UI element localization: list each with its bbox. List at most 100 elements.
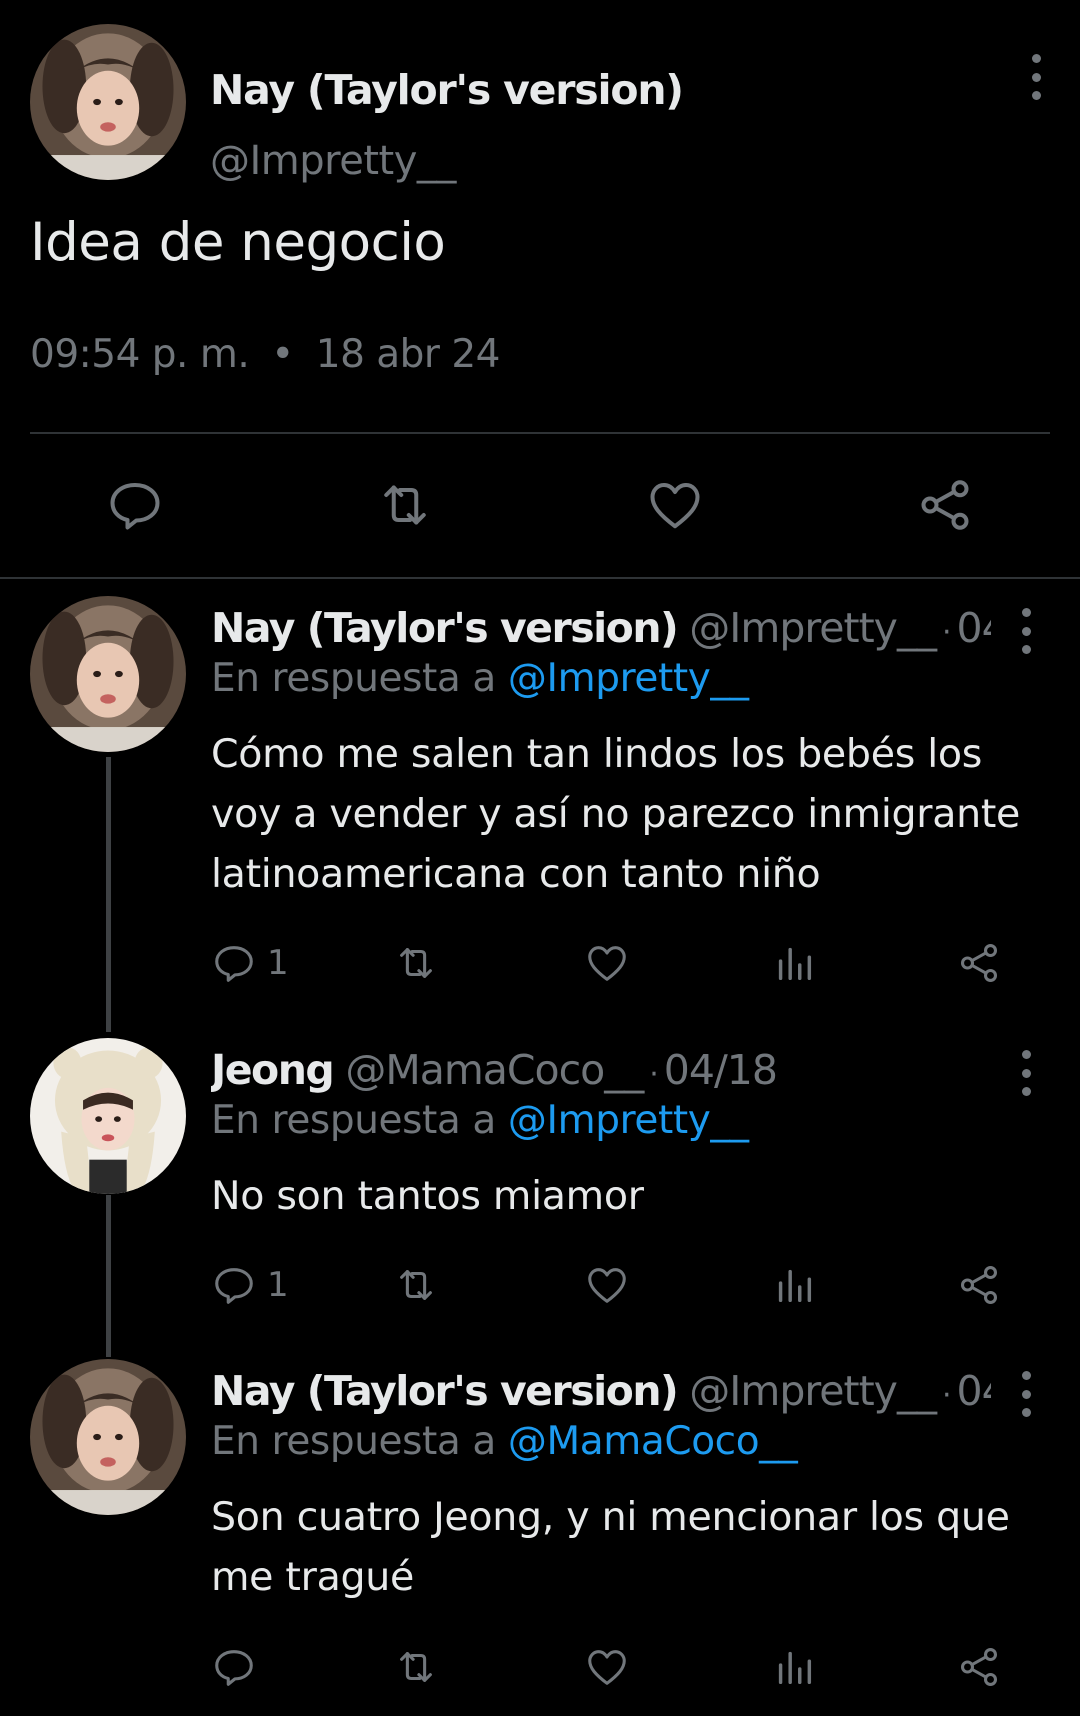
replying-to: En respuesta a @MamaCoco__ (211, 1419, 798, 1464)
retweet-icon (384, 485, 426, 525)
author-handle[interactable]: @MamaCoco__ (345, 1046, 644, 1094)
avatar[interactable] (30, 24, 186, 180)
author-name[interactable]: Jeong (211, 1046, 335, 1094)
like-button[interactable] (584, 1260, 630, 1310)
replying-to-label: En respuesta a (211, 656, 496, 701)
views-button[interactable] (771, 1260, 817, 1310)
meta-separator: • (271, 332, 294, 377)
like-icon (650, 483, 700, 529)
retweet-button[interactable] (370, 470, 440, 540)
share-button[interactable] (956, 938, 1002, 988)
tweet-timestamp: 09:54 p. m. • 18 abr 24 (30, 332, 501, 377)
reply-button[interactable]: 1 (211, 1260, 289, 1310)
mention-link[interactable]: @MamaCoco__ (508, 1419, 798, 1464)
reply-header: Jeong @MamaCoco__ · 04/18 (211, 1046, 991, 1094)
author-name[interactable]: Nay (Taylor's version) (211, 604, 679, 652)
author-name[interactable]: Nay (Taylor's version) (211, 1367, 679, 1415)
views-icon (778, 1651, 812, 1685)
retweet-icon (400, 948, 432, 978)
tweet-thread-page: Nay (Taylor's version) @Impretty__ Idea … (0, 0, 1080, 1716)
reply-header: Nay (Taylor's version) @Impretty__·04... (211, 604, 991, 652)
avatar-photo (30, 596, 186, 752)
main-tweet-actions (0, 470, 1080, 540)
retweet-button[interactable] (393, 938, 439, 988)
replying-to-label: En respuesta a (211, 1419, 496, 1464)
reply-header: Nay (Taylor's version) @Impretty__·04... (211, 1367, 991, 1415)
like-icon (588, 946, 626, 981)
meta-separator: · (649, 1057, 658, 1092)
mention-link[interactable]: @Impretty__ (508, 656, 749, 701)
reply-icon (215, 946, 253, 982)
replying-to-label: En respuesta a (211, 1098, 496, 1143)
share-button[interactable] (956, 1260, 1002, 1310)
avatar[interactable] (30, 596, 186, 752)
share-icon (960, 944, 998, 982)
like-icon (588, 1268, 626, 1303)
reply-text: No son tantos miamor (211, 1166, 1041, 1226)
text-line: voy a vender y así no parezco inmigrante (211, 791, 1021, 837)
divider (30, 432, 1050, 434)
avatar[interactable] (30, 1359, 186, 1515)
views-icon (778, 1269, 812, 1303)
tweet-date: 18 abr 24 (315, 332, 501, 377)
author-handle[interactable]: @Impretty__ (689, 1367, 937, 1415)
replying-to: En respuesta a @Impretty__ (211, 1098, 749, 1143)
tweet-time: 09:54 p. m. (30, 332, 250, 377)
like-button[interactable] (640, 470, 710, 540)
like-button[interactable] (584, 1642, 630, 1692)
avatar-photo (30, 1038, 186, 1194)
meta-separator: · (941, 1378, 951, 1413)
reply-date: 04... (956, 604, 992, 652)
views-icon (778, 947, 812, 981)
reply-count: 1 (267, 943, 289, 983)
reply-button[interactable] (100, 470, 170, 540)
avatar-photo (30, 24, 186, 180)
share-button[interactable] (956, 1642, 1002, 1692)
divider (0, 577, 1080, 579)
retweet-button[interactable] (393, 1260, 439, 1310)
author-name[interactable]: Nay (Taylor's version) (210, 66, 684, 114)
text-line: No son tantos miamor (211, 1173, 644, 1219)
reply-icon (215, 1650, 253, 1686)
reply-date: 04... (956, 1367, 992, 1415)
reply-date: 04/18 (663, 1046, 778, 1094)
reply-tweet[interactable]: Nay (Taylor's version) @Impretty__·04...… (0, 596, 1080, 996)
more-options-icon[interactable] (1026, 54, 1046, 100)
reply-text: Cómo me salen tan lindos los bebés los v… (211, 724, 1041, 904)
replying-to: En respuesta a @Impretty__ (211, 656, 749, 701)
like-icon (588, 1650, 626, 1685)
text-line: Cómo me salen tan lindos los bebés los (211, 731, 983, 777)
retweet-button[interactable] (393, 1642, 439, 1692)
author-handle[interactable]: @Impretty__ (210, 138, 456, 184)
text-line: latinoamericana con tanto niño (211, 851, 821, 897)
reply-tweet[interactable]: Jeong @MamaCoco__ · 04/18 En respuesta a @… (0, 1038, 1080, 1318)
share-icon (921, 480, 969, 530)
main-tweet-header: Nay (Taylor's version) @Impretty__ (30, 24, 1050, 184)
avatar-photo (30, 1359, 186, 1515)
retweet-icon (400, 1270, 432, 1300)
reply-actions: 1 (211, 938, 1011, 988)
mention-link[interactable]: @Impretty__ (508, 1098, 749, 1143)
like-button[interactable] (584, 938, 630, 988)
reply-actions (211, 1642, 1011, 1692)
share-icon (960, 1266, 998, 1304)
text-line: me tragué (211, 1554, 414, 1600)
reply-text: Son cuatro Jeong, y ni mencionar los que… (211, 1487, 1041, 1607)
tweet-text: Idea de negocio (30, 212, 446, 273)
share-button[interactable] (910, 470, 980, 540)
reply-icon (215, 1268, 253, 1304)
views-button[interactable] (771, 938, 817, 988)
meta-separator: · (941, 615, 951, 650)
reply-tweet[interactable]: Nay (Taylor's version) @Impretty__·04...… (0, 1359, 1080, 1699)
reply-button[interactable]: 1 (211, 938, 289, 988)
reply-button[interactable] (211, 1642, 267, 1692)
more-options-icon[interactable] (1016, 1371, 1036, 1417)
views-button[interactable] (771, 1642, 817, 1692)
text-line: Son cuatro Jeong, y ni mencionar los que (211, 1494, 1010, 1540)
reply-count: 1 (267, 1265, 289, 1305)
author-handle[interactable]: @Impretty__ (689, 604, 937, 652)
avatar[interactable] (30, 1038, 186, 1194)
more-options-icon[interactable] (1016, 608, 1036, 654)
more-options-icon[interactable] (1016, 1050, 1036, 1096)
share-icon (960, 1648, 998, 1686)
